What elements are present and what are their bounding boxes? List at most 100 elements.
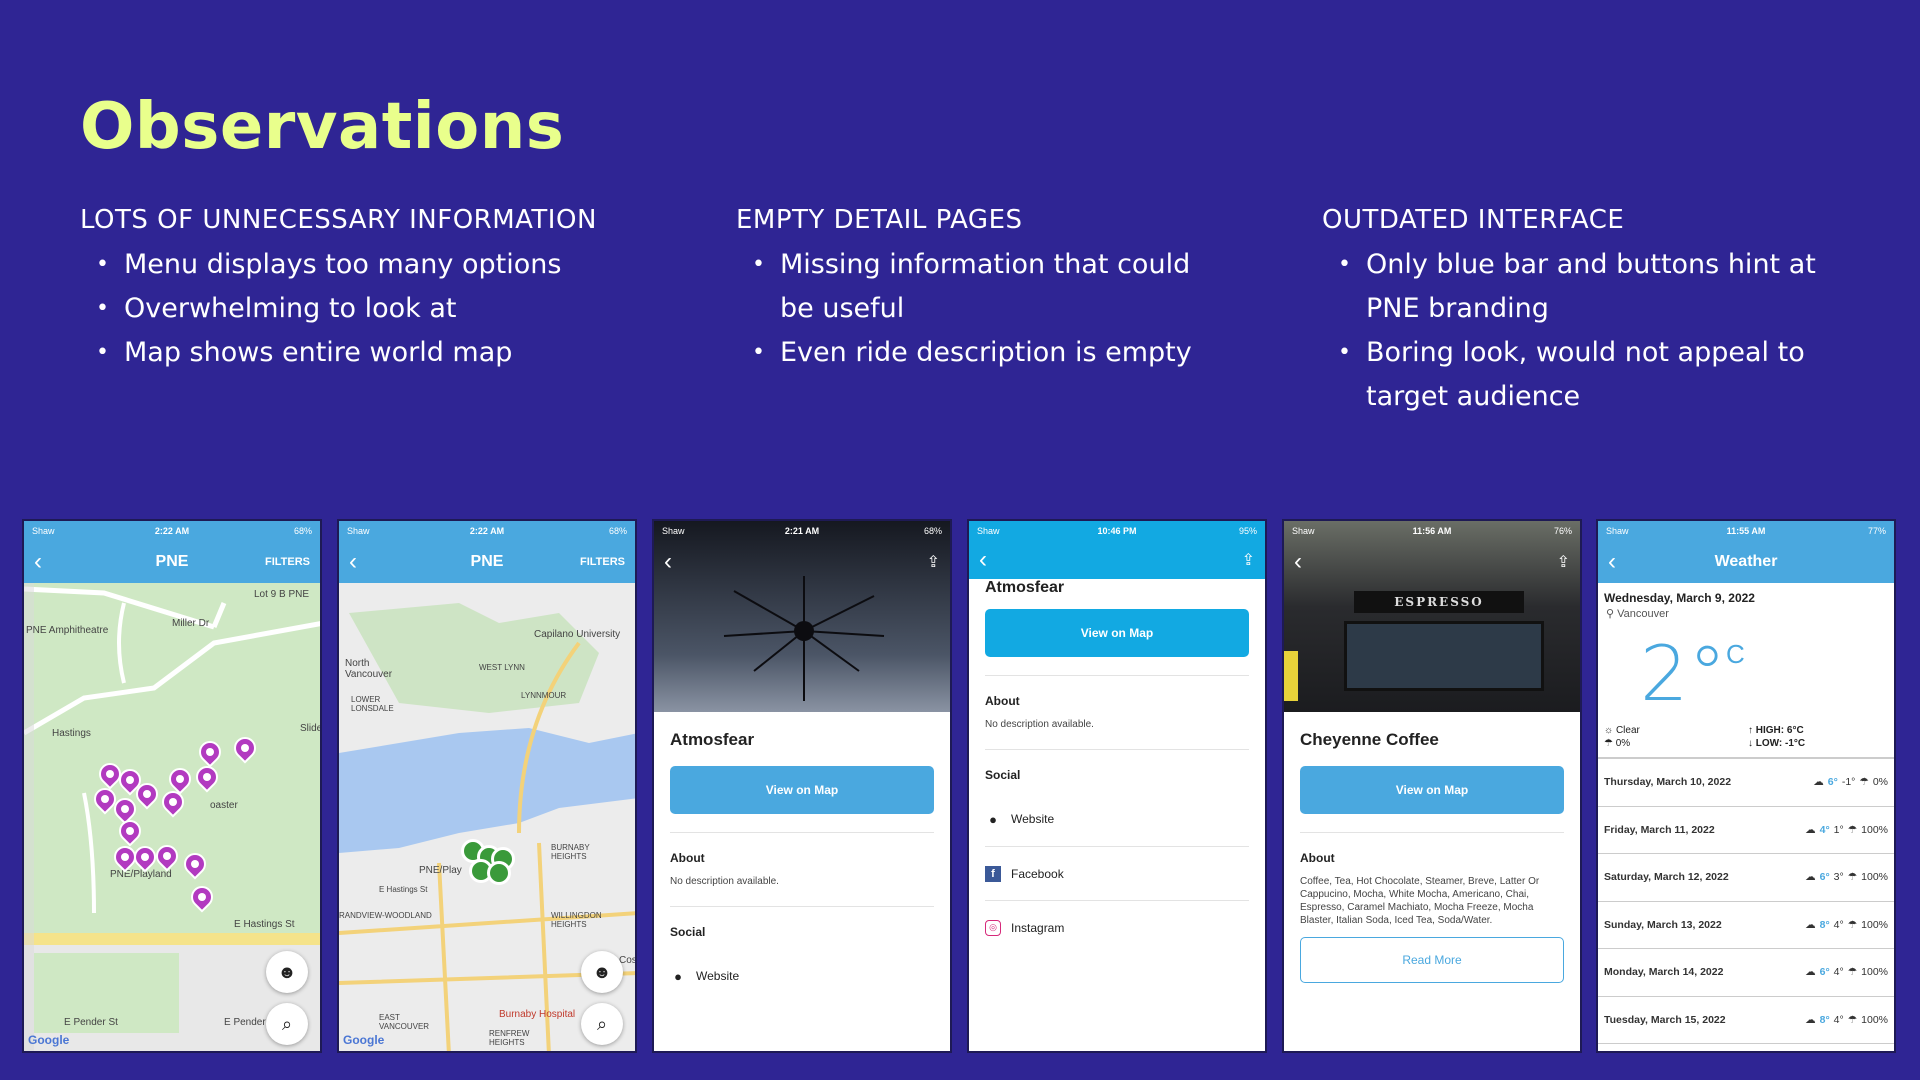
carrier-label: Shaw [662, 526, 685, 536]
map-view[interactable]: Lot 9 B PNE PNE Amphitheatre Miller Dr H… [24, 583, 320, 1051]
umbrella-icon: ☂ [1847, 966, 1858, 979]
back-chevron-icon[interactable]: ‹ [349, 550, 357, 574]
forecast-values: ☁ 6° 3° ☂ 100% [1805, 871, 1888, 883]
bullet-item: Missing information that could be useful [752, 243, 1226, 331]
website-label: Website [1011, 812, 1055, 826]
section-heading: Social [670, 925, 706, 939]
instagram-link[interactable]: ◎ Instagram [985, 900, 1249, 954]
view-on-map-button[interactable]: View on Map [1300, 766, 1564, 814]
read-more-button[interactable]: Read More [1300, 937, 1564, 983]
forecast-values: ☁ 8° 4° ☂ 100% [1805, 919, 1888, 931]
time-label: 2:22 AM [469, 526, 505, 536]
ride-photo: Shaw 2:21 AM 68% ‹ ⇪ [654, 521, 950, 712]
forecast-pop: 100% [1861, 871, 1888, 884]
time-label: 11:55 AM [1726, 526, 1766, 536]
share-icon[interactable]: ⇪ [1242, 550, 1255, 570]
column-heading: LOTS OF UNNECESSARY INFORMATION [80, 205, 597, 235]
filters-button[interactable]: FILTERS [580, 556, 625, 568]
time-label: 2:22 AM [154, 526, 190, 536]
forecast-high: 8° [1819, 1013, 1830, 1026]
map-label: PNE/Playland [110, 869, 172, 880]
rain-cloud-icon: ☁ [1805, 823, 1816, 836]
nav-bar: ‹ PNE FILTERS [339, 541, 635, 583]
umbrella-icon: ☂ [1859, 776, 1869, 789]
detail-content: Cheyenne Coffee View on Map About Coffee… [1284, 730, 1580, 983]
screenshot-ride-detail: Shaw 2:21 AM 68% ‹ ⇪ Atmosfear View on M… [652, 519, 952, 1053]
bullet-item: Boring look, would not appeal to target … [1338, 331, 1822, 419]
column-heading: OUTDATED INTERFACE [1322, 205, 1625, 235]
battery-label: 68% [608, 526, 627, 536]
slide-title: Observations [80, 90, 565, 164]
ride-pin-icon[interactable] [487, 861, 511, 885]
observation-column-2: EMPTY DETAIL PAGES Missing information t… [736, 205, 1226, 375]
forecast-day: Thursday, March 10, 2022 [1604, 776, 1732, 789]
forecast-row: Monday, March 14, 2022 ☁ 6° 4° ☂ 100% [1598, 949, 1894, 997]
nav-title: Weather [1714, 553, 1778, 570]
umbrella-icon: ☂ [1604, 738, 1613, 749]
nav-bar: ‹ ⇪ [1284, 541, 1580, 583]
back-chevron-icon[interactable]: ‹ [979, 548, 987, 572]
section-heading: About [985, 694, 1020, 708]
map-label: WILLINGDON HEIGHTS [551, 911, 602, 929]
forecast-values: ☁ 6° 4° ☂ 100% [1805, 966, 1888, 978]
status-bar: Shaw 10:46 PM 95% [969, 521, 1265, 541]
kiosk-edge [1284, 651, 1298, 701]
back-chevron-icon[interactable]: ‹ [34, 550, 42, 574]
rain-cloud-icon: ☁ [1805, 966, 1816, 979]
status-bar: Shaw 2:21 AM 68% [654, 521, 950, 541]
forecast-day: Friday, March 11, 2022 [1604, 823, 1715, 836]
carrier-label: Shaw [347, 526, 370, 536]
place-title: Atmosfear [985, 579, 1065, 596]
map-label: North Vancouver [345, 658, 393, 680]
forecast-list: Thursday, March 10, 2022 ☁ 6° -1° ☂ 0% Frida… [1598, 757, 1894, 1044]
filters-button[interactable]: FILTERS [265, 556, 310, 568]
espresso-sign: ESPRESSO [1354, 591, 1524, 613]
section-heading: About [670, 851, 705, 865]
forecast-pop: 0% [1872, 776, 1888, 789]
user-location-button[interactable]: ☻ [581, 951, 623, 993]
facebook-link[interactable]: f Facebook [985, 846, 1249, 900]
forecast-day: Monday, March 14, 2022 [1604, 966, 1724, 979]
screenshot-map-zoomed: Shaw 2:22 AM 68% ‹ PNE FILTERS Lot 9 B P… [22, 519, 322, 1053]
forecast-values: ☁ 8° 4° ☂ 100% [1805, 1014, 1888, 1026]
website-link[interactable]: ● Website [985, 792, 1249, 846]
carrier-label: Shaw [977, 526, 1000, 536]
search-button[interactable]: ⌕ [581, 1003, 623, 1045]
umbrella-icon: ☂ [1847, 918, 1858, 931]
share-icon[interactable]: ⇪ [927, 552, 940, 572]
condition-label: Clear [1615, 725, 1640, 736]
about-text: Coffee, Tea, Hot Chocolate, Steamer, Bre… [1300, 876, 1540, 926]
google-logo: Google [343, 1033, 385, 1047]
section-heading: About [1300, 851, 1335, 865]
view-on-map-button[interactable]: View on Map [985, 609, 1249, 657]
view-on-map-button[interactable]: View on Map [670, 766, 934, 814]
forecast-values: ☁ 6° -1° ☂ 0% [1813, 776, 1888, 788]
search-button[interactable]: ⌕ [266, 1003, 308, 1045]
current-temperature: 2° [1640, 629, 1727, 718]
rain-cloud-icon: ☁ [1805, 918, 1816, 931]
condition-block: ☼ Clear ☂ 0% [1604, 724, 1640, 750]
facebook-icon: f [985, 865, 1001, 882]
instagram-label: Instagram [1011, 920, 1065, 935]
map-view[interactable]: Capilano University North Vancouver WEST… [339, 583, 635, 1051]
low-label: LOW: -1°C [1755, 738, 1806, 749]
instagram-icon: ◎ [985, 919, 1001, 936]
map-label: E Pender St [64, 1017, 118, 1028]
hilo-block: ↑ HIGH: 6°C ↓ LOW: -1°C [1748, 724, 1805, 750]
time-label: 11:56 AM [1412, 526, 1452, 536]
map-label: Lot 9 B PNE [254, 589, 310, 600]
forecast-row: Friday, March 11, 2022 ☁ 4° 1° ☂ 100% [1598, 807, 1894, 854]
forecast-low: 1° [1833, 823, 1844, 836]
user-location-button[interactable]: ☻ [266, 951, 308, 993]
forecast-high: 6° [1819, 871, 1830, 884]
carrier-label: Shaw [1606, 526, 1629, 536]
map-label: PNE/Play [419, 865, 462, 876]
carrier-label: Shaw [32, 526, 55, 536]
nav-bar: ‹ Weather [1598, 541, 1894, 583]
share-icon[interactable]: ⇪ [1557, 552, 1570, 572]
back-chevron-icon[interactable]: ‹ [1294, 550, 1302, 574]
forecast-low: -1° [1841, 776, 1856, 789]
back-chevron-icon[interactable]: ‹ [1608, 550, 1616, 574]
cloud-icon: ☁ [1813, 776, 1824, 789]
website-link[interactable]: ● Website [670, 949, 934, 1003]
